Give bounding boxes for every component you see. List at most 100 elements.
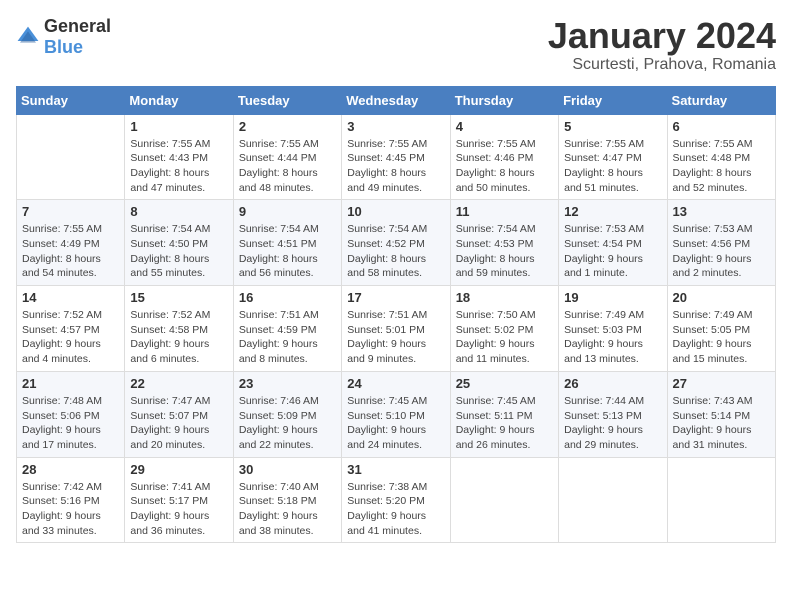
day-number: 31 [347, 462, 444, 477]
day-info: Sunrise: 7:55 AMSunset: 4:47 PMDaylight:… [564, 137, 661, 196]
calendar-cell: 9 Sunrise: 7:54 AMSunset: 4:51 PMDaylight… [233, 200, 341, 286]
calendar-cell: 18 Sunrise: 7:50 AMSunset: 5:02 PMDayligh… [450, 286, 558, 372]
day-number: 12 [564, 204, 661, 219]
day-info: Sunrise: 7:43 AMSunset: 5:14 PMDaylight:… [673, 394, 770, 453]
day-number: 10 [347, 204, 444, 219]
day-info: Sunrise: 7:46 AMSunset: 5:09 PMDaylight:… [239, 394, 336, 453]
day-number: 1 [130, 119, 227, 134]
calendar-cell: 28Sunrise: 7:42 AMSunset: 5:16 PMDayligh… [17, 457, 125, 543]
calendar-cell: 10 Sunrise: 7:54 AMSunset: 4:52 PMDayligh… [342, 200, 450, 286]
calendar-cell: 31 Sunrise: 7:38 AMSunset: 5:20 PMDayligh… [342, 457, 450, 543]
calendar-week-row: 28Sunrise: 7:42 AMSunset: 5:16 PMDayligh… [17, 457, 776, 543]
calendar-cell: 4Sunrise: 7:55 AMSunset: 4:46 PMDaylight… [450, 114, 558, 200]
day-number: 16 [239, 290, 336, 305]
calendar-cell: 19 Sunrise: 7:49 AMSunset: 5:03 PMDayligh… [559, 286, 667, 372]
day-number: 20 [673, 290, 770, 305]
calendar-cell: 15Sunrise: 7:52 AMSunset: 4:58 PMDayligh… [125, 286, 233, 372]
day-number: 8 [130, 204, 227, 219]
day-info: Sunrise: 7:54 AMSunset: 4:53 PMDaylight:… [456, 222, 553, 281]
weekday-header: Thursday [450, 86, 558, 114]
day-number: 30 [239, 462, 336, 477]
calendar-cell: 1 Sunrise: 7:55 AMSunset: 4:43 PMDaylight… [125, 114, 233, 200]
calendar-cell: 12 Sunrise: 7:53 AMSunset: 4:54 PMDayligh… [559, 200, 667, 286]
day-number: 17 [347, 290, 444, 305]
day-info: Sunrise: 7:45 AMSunset: 5:10 PMDaylight:… [347, 394, 444, 453]
calendar-cell: 14 Sunrise: 7:52 AMSunset: 4:57 PMDayligh… [17, 286, 125, 372]
day-number: 14 [22, 290, 119, 305]
calendar-week-row: 14 Sunrise: 7:52 AMSunset: 4:57 PMDayligh… [17, 286, 776, 372]
calendar-table: SundayMondayTuesdayWednesdayThursdayFrid… [16, 86, 776, 544]
logo-text: General Blue [44, 16, 111, 58]
weekday-header: Sunday [17, 86, 125, 114]
calendar-cell: 22Sunrise: 7:47 AMSunset: 5:07 PMDayligh… [125, 371, 233, 457]
day-info: Sunrise: 7:55 AMSunset: 4:45 PMDaylight:… [347, 137, 444, 196]
calendar-cell: 3 Sunrise: 7:55 AMSunset: 4:45 PMDaylight… [342, 114, 450, 200]
day-number: 15 [130, 290, 227, 305]
calendar-cell: 27Sunrise: 7:43 AMSunset: 5:14 PMDayligh… [667, 371, 775, 457]
weekday-header: Saturday [667, 86, 775, 114]
day-number: 11 [456, 204, 553, 219]
calendar-cell: 7 Sunrise: 7:55 AMSunset: 4:49 PMDaylight… [17, 200, 125, 286]
day-info: Sunrise: 7:51 AMSunset: 4:59 PMDaylight:… [239, 308, 336, 367]
day-number: 29 [130, 462, 227, 477]
logo: General Blue [16, 16, 111, 58]
day-info: Sunrise: 7:52 AMSunset: 4:57 PMDaylight:… [22, 308, 119, 367]
day-number: 25 [456, 376, 553, 391]
day-number: 21 [22, 376, 119, 391]
day-info: Sunrise: 7:54 AMSunset: 4:50 PMDaylight:… [130, 222, 227, 281]
day-info: Sunrise: 7:55 AMSunset: 4:43 PMDaylight:… [130, 137, 227, 196]
day-info: Sunrise: 7:51 AMSunset: 5:01 PMDaylight:… [347, 308, 444, 367]
calendar-cell: 25Sunrise: 7:45 AMSunset: 5:11 PMDayligh… [450, 371, 558, 457]
calendar-week-row: 21 Sunrise: 7:48 AMSunset: 5:06 PMDayligh… [17, 371, 776, 457]
weekday-header: Monday [125, 86, 233, 114]
day-info: Sunrise: 7:47 AMSunset: 5:07 PMDaylight:… [130, 394, 227, 453]
day-info: Sunrise: 7:44 AMSunset: 5:13 PMDaylight:… [564, 394, 661, 453]
day-number: 19 [564, 290, 661, 305]
calendar-cell: 16 Sunrise: 7:51 AMSunset: 4:59 PMDayligh… [233, 286, 341, 372]
day-info: Sunrise: 7:48 AMSunset: 5:06 PMDaylight:… [22, 394, 119, 453]
calendar-cell: 17 Sunrise: 7:51 AMSunset: 5:01 PMDayligh… [342, 286, 450, 372]
calendar-cell: 30 Sunrise: 7:40 AMSunset: 5:18 PMDayligh… [233, 457, 341, 543]
location-title: Scurtesti, Prahova, Romania [548, 56, 776, 74]
day-number: 24 [347, 376, 444, 391]
calendar-cell: 6Sunrise: 7:55 AMSunset: 4:48 PMDaylight… [667, 114, 775, 200]
day-info: Sunrise: 7:55 AMSunset: 4:49 PMDaylight:… [22, 222, 119, 281]
calendar-cell: 21 Sunrise: 7:48 AMSunset: 5:06 PMDayligh… [17, 371, 125, 457]
day-number: 18 [456, 290, 553, 305]
weekday-header: Wednesday [342, 86, 450, 114]
calendar-cell: 29Sunrise: 7:41 AMSunset: 5:17 PMDayligh… [125, 457, 233, 543]
day-info: Sunrise: 7:54 AMSunset: 4:52 PMDaylight:… [347, 222, 444, 281]
calendar-cell: 2 Sunrise: 7:55 AMSunset: 4:44 PMDaylight… [233, 114, 341, 200]
calendar-cell: 26 Sunrise: 7:44 AMSunset: 5:13 PMDayligh… [559, 371, 667, 457]
day-info: Sunrise: 7:40 AMSunset: 5:18 PMDaylight:… [239, 480, 336, 539]
logo-general: General [44, 16, 111, 36]
day-number: 7 [22, 204, 119, 219]
calendar-cell [559, 457, 667, 543]
calendar-cell: 20 Sunrise: 7:49 AMSunset: 5:05 PMDayligh… [667, 286, 775, 372]
day-info: Sunrise: 7:49 AMSunset: 5:03 PMDaylight:… [564, 308, 661, 367]
calendar-cell: 5Sunrise: 7:55 AMSunset: 4:47 PMDaylight… [559, 114, 667, 200]
day-number: 2 [239, 119, 336, 134]
day-number: 13 [673, 204, 770, 219]
header: General Blue January 2024 Scurtesti, Pra… [16, 16, 776, 74]
day-number: 4 [456, 119, 553, 134]
logo-blue: Blue [44, 37, 83, 57]
calendar-cell [667, 457, 775, 543]
calendar-cell: 8 Sunrise: 7:54 AMSunset: 4:50 PMDaylight… [125, 200, 233, 286]
calendar-cell: 24 Sunrise: 7:45 AMSunset: 5:10 PMDayligh… [342, 371, 450, 457]
day-info: Sunrise: 7:38 AMSunset: 5:20 PMDaylight:… [347, 480, 444, 539]
calendar-cell: 11 Sunrise: 7:54 AMSunset: 4:53 PMDayligh… [450, 200, 558, 286]
day-number: 3 [347, 119, 444, 134]
calendar-cell [17, 114, 125, 200]
day-info: Sunrise: 7:55 AMSunset: 4:44 PMDaylight:… [239, 137, 336, 196]
day-number: 26 [564, 376, 661, 391]
day-info: Sunrise: 7:53 AMSunset: 4:54 PMDaylight:… [564, 222, 661, 281]
day-info: Sunrise: 7:50 AMSunset: 5:02 PMDaylight:… [456, 308, 553, 367]
weekday-header-row: SundayMondayTuesdayWednesdayThursdayFrid… [17, 86, 776, 114]
title-block: January 2024 Scurtesti, Prahova, Romania [548, 16, 776, 74]
day-info: Sunrise: 7:49 AMSunset: 5:05 PMDaylight:… [673, 308, 770, 367]
day-info: Sunrise: 7:54 AMSunset: 4:51 PMDaylight:… [239, 222, 336, 281]
day-number: 28 [22, 462, 119, 477]
day-number: 9 [239, 204, 336, 219]
day-number: 23 [239, 376, 336, 391]
